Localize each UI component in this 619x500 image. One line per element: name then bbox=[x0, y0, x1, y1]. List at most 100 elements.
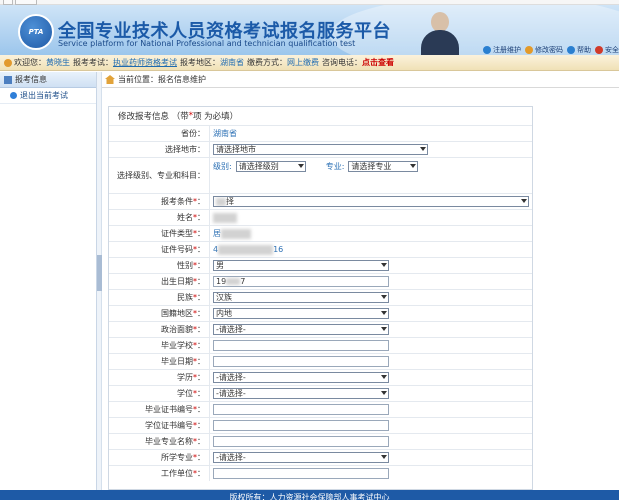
major-label: 专业: bbox=[325, 162, 345, 171]
row-idno: 证件号码*： 4 16 bbox=[109, 241, 532, 257]
phone-label: 咨询电话： bbox=[322, 58, 362, 67]
header-tool-exit[interactable]: 安全 bbox=[595, 45, 619, 55]
exit-icon bbox=[595, 46, 603, 54]
gender-select[interactable]: 男 bbox=[213, 260, 389, 271]
user-info-bar: 欢迎您： 黄晓生 报考考试： 执业药师资格考试 报考地区： 湖南省 缴费方式： … bbox=[0, 55, 619, 71]
level-subject-label: 选择级别、专业和科目： bbox=[117, 171, 205, 180]
row-political: 政治面貌*： -请选择- bbox=[109, 321, 532, 337]
breadcrumb: 当前位置：报名信息维护 bbox=[102, 72, 619, 88]
chevron-down-icon bbox=[381, 455, 387, 459]
chevron-down-icon bbox=[420, 147, 426, 151]
key-icon bbox=[525, 46, 533, 54]
birth-date-input[interactable]: 19 7 bbox=[213, 276, 389, 287]
row-school: 毕业学校*： bbox=[109, 337, 532, 353]
province-label: 省份： bbox=[181, 129, 205, 138]
row-gradday: 毕业日期*： bbox=[109, 353, 532, 369]
row-ethnic: 民族*： 汉族 bbox=[109, 289, 532, 305]
row-city: 选择地市： 请选择地市 bbox=[109, 141, 532, 157]
site-header: PTA 全国专业技术人员资格考试报名服务平台 Service platform … bbox=[0, 5, 619, 55]
help-icon bbox=[567, 46, 575, 54]
exam-label: 报考考试： bbox=[73, 58, 113, 67]
chevron-down-icon bbox=[381, 295, 387, 299]
chevron-down-icon bbox=[297, 164, 304, 168]
province-value: 湖南省 bbox=[213, 129, 237, 138]
row-major-field: 所学专业*： -请选择- bbox=[109, 449, 532, 465]
idtype-value: 居 bbox=[213, 229, 221, 238]
folder-icon bbox=[4, 75, 12, 84]
welcome-label: 欢迎您： bbox=[14, 58, 46, 67]
degree-cert-input[interactable] bbox=[213, 420, 389, 431]
city-label: 选择地市： bbox=[165, 145, 205, 154]
header-tools: 注册维护 修改密码 帮助 安全 bbox=[483, 45, 619, 55]
sidebar: 报考信息 退出当前考试 bbox=[0, 72, 97, 490]
site-subtitle: Service platform for National Profession… bbox=[58, 39, 356, 48]
graduation-date-input[interactable] bbox=[213, 356, 389, 367]
region-label: 报考地区： bbox=[180, 58, 220, 67]
degree-select[interactable]: -请选择- bbox=[213, 388, 389, 399]
user-icon bbox=[4, 58, 12, 67]
row-education: 学历*： -请选择- bbox=[109, 369, 532, 385]
row-idtype: 证件类型*： 居 bbox=[109, 225, 532, 241]
breadcrumb-text: 当前位置：报名信息维护 bbox=[118, 75, 206, 84]
sidebar-header-label: 报考信息 bbox=[15, 75, 47, 84]
sidebar-item-exit-exam[interactable]: 退出当前考试 bbox=[0, 88, 96, 104]
splitter-grip[interactable] bbox=[97, 255, 102, 291]
phone-link[interactable]: 点击查看 bbox=[362, 57, 394, 68]
idno-suffix: 16 bbox=[273, 245, 284, 254]
row-grad-major: 毕业专业名称*： bbox=[109, 433, 532, 449]
row-birth: 出生日期*： 19 7 bbox=[109, 273, 532, 289]
major-field-select[interactable]: -请选择- bbox=[213, 452, 389, 463]
exam-name[interactable]: 执业药师资格考试 bbox=[113, 57, 177, 68]
chevron-down-icon bbox=[381, 391, 387, 395]
row-grad-cert: 毕业证书编号*： bbox=[109, 401, 532, 417]
chevron-down-icon bbox=[381, 375, 387, 379]
chevron-down-icon bbox=[381, 311, 387, 315]
operator-illustration bbox=[415, 8, 465, 55]
header-tool-key[interactable]: 修改密码 bbox=[525, 45, 563, 55]
row-degree-cert: 学位证书编号*： bbox=[109, 417, 532, 433]
row-nationality: 国籍地区*： 内地 bbox=[109, 305, 532, 321]
pay-label: 缴费方式： bbox=[247, 58, 287, 67]
pay-value: 网上缴费 bbox=[287, 58, 319, 67]
grad-major-input[interactable] bbox=[213, 436, 389, 447]
workplace-input[interactable] bbox=[213, 468, 389, 479]
major-select[interactable]: 请选择专业 bbox=[348, 161, 419, 172]
arrow-circle-icon bbox=[10, 92, 17, 99]
chevron-down-icon bbox=[381, 263, 387, 267]
region-value: 湖南省 bbox=[220, 58, 244, 67]
user-name: 黄晓生 bbox=[46, 58, 70, 67]
row-degree: 学位*： -请选择- bbox=[109, 385, 532, 401]
user-icon bbox=[483, 46, 491, 54]
footer: 版权所有：人力资源社会保障部人事考试中心 bbox=[0, 490, 619, 500]
name-value-redacted bbox=[213, 212, 237, 223]
row-level-subject: 选择级别、专业和科目： 级别: 请选择级别 专业: 请选择专业 bbox=[109, 157, 532, 193]
row-gender: 性别*： 男 bbox=[109, 257, 532, 273]
row-workplace: 工作单位*： bbox=[109, 465, 532, 481]
education-select[interactable]: -请选择- bbox=[213, 372, 389, 383]
row-name: 姓名*： bbox=[109, 209, 532, 225]
school-input[interactable] bbox=[213, 340, 389, 351]
grad-cert-input[interactable] bbox=[213, 404, 389, 415]
form-title: 修改报考信息 （带 * 项 为必填） bbox=[118, 111, 239, 122]
chevron-down-icon bbox=[521, 199, 527, 203]
sidebar-header[interactable]: 报考信息 bbox=[0, 72, 96, 88]
nationality-select[interactable]: 内地 bbox=[213, 308, 389, 319]
logo-text: PTA bbox=[28, 28, 44, 36]
city-select[interactable]: 请选择地市 bbox=[213, 144, 428, 155]
sidebar-item-label: 退出当前考试 bbox=[20, 91, 68, 100]
chevron-down-icon bbox=[381, 327, 387, 331]
condition-select[interactable]: 择 bbox=[213, 196, 529, 207]
site-logo: PTA bbox=[18, 14, 54, 50]
chevron-down-icon bbox=[410, 164, 417, 168]
row-province: 省份： 湖南省 bbox=[109, 125, 532, 141]
home-icon bbox=[105, 75, 115, 84]
political-select[interactable]: -请选择- bbox=[213, 324, 389, 335]
header-tool-help[interactable]: 帮助 bbox=[567, 45, 591, 55]
level-select[interactable]: 请选择级别 bbox=[235, 161, 306, 172]
ethnic-select[interactable]: 汉族 bbox=[213, 292, 389, 303]
level-label: 级别: bbox=[213, 162, 232, 171]
row-condition: 报考条件*： 择 bbox=[109, 193, 532, 209]
registration-form: 修改报考信息 （带 * 项 为必填） 省份： 湖南省 选择地市： 请选择地市 选择级… bbox=[108, 106, 533, 490]
sidebar-splitter[interactable] bbox=[97, 72, 102, 490]
header-tool-user[interactable]: 注册维护 bbox=[483, 45, 521, 55]
